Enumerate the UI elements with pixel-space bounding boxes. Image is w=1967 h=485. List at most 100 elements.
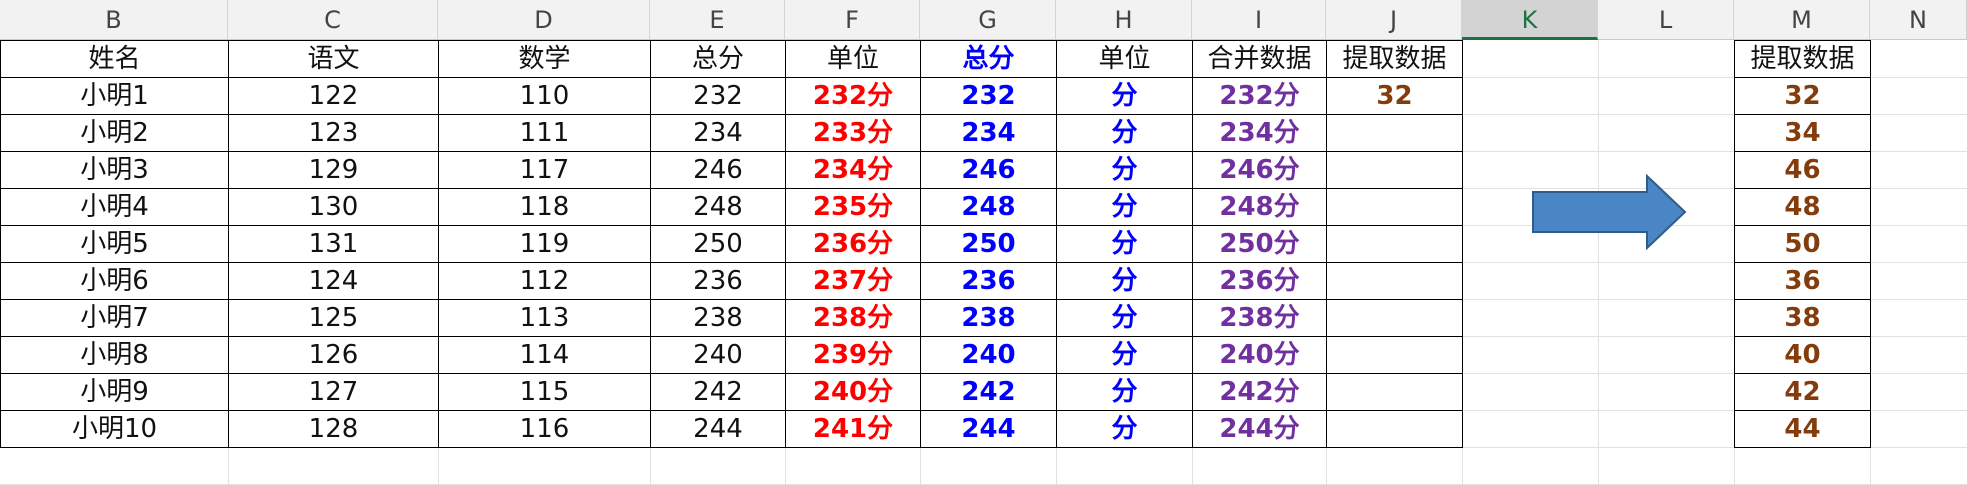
table-cell[interactable]: 248	[920, 188, 1057, 226]
table-cell[interactable]: 小明2	[0, 114, 229, 152]
table-cell[interactable]: 238	[920, 299, 1057, 337]
table2-header-cell[interactable]: 提取数据	[1734, 40, 1871, 78]
table-cell[interactable]: 238分	[785, 299, 921, 337]
table-cell[interactable]: 232	[920, 77, 1057, 115]
table-header-cell[interactable]: 总分	[920, 40, 1057, 78]
column-header-i[interactable]: I	[1192, 0, 1326, 40]
table-cell[interactable]: 129	[228, 151, 439, 189]
table2-cell[interactable]: 42	[1734, 373, 1871, 411]
table2-cell[interactable]: 32	[1734, 77, 1871, 115]
table-cell[interactable]	[1326, 114, 1463, 152]
column-header-f[interactable]: F	[785, 0, 920, 40]
table-cell[interactable]	[1326, 373, 1463, 411]
table-cell[interactable]: 分	[1056, 77, 1193, 115]
table-cell[interactable]: 125	[228, 299, 439, 337]
table-cell[interactable]: 241分	[785, 410, 921, 448]
table-cell[interactable]: 分	[1056, 373, 1193, 411]
table-cell[interactable]: 232分	[785, 77, 921, 115]
table-cell[interactable]: 240分	[785, 373, 921, 411]
table-cell[interactable]: 130	[228, 188, 439, 226]
table2-cell[interactable]: 34	[1734, 114, 1871, 152]
table-cell[interactable]	[1326, 410, 1463, 448]
table-cell[interactable]: 114	[438, 336, 651, 374]
table-cell[interactable]: 小明3	[0, 151, 229, 189]
table-cell[interactable]: 232分	[1192, 77, 1327, 115]
table-cell[interactable]: 110	[438, 77, 651, 115]
table2-cell[interactable]: 44	[1734, 410, 1871, 448]
table-cell[interactable]: 237分	[785, 262, 921, 300]
table-cell[interactable]: 234	[650, 114, 786, 152]
table-cell[interactable]: 242分	[1192, 373, 1327, 411]
table-cell[interactable]: 115	[438, 373, 651, 411]
table-cell[interactable]: 131	[228, 225, 439, 263]
table-cell[interactable]: 128	[228, 410, 439, 448]
table2-cell[interactable]: 36	[1734, 262, 1871, 300]
table-cell[interactable]: 250分	[1192, 225, 1327, 263]
table-cell[interactable]: 分	[1056, 188, 1193, 226]
table-cell[interactable]	[1326, 225, 1463, 263]
table-header-cell[interactable]: 姓名	[0, 40, 229, 78]
table-cell[interactable]: 248分	[1192, 188, 1327, 226]
table-cell[interactable]: 小明1	[0, 77, 229, 115]
table-cell[interactable]: 236分	[785, 225, 921, 263]
table-cell[interactable]: 246	[920, 151, 1057, 189]
table-cell[interactable]: 246	[650, 151, 786, 189]
column-header-g[interactable]: G	[920, 0, 1056, 40]
column-header-j[interactable]: J	[1326, 0, 1462, 40]
table2-cell[interactable]: 38	[1734, 299, 1871, 337]
column-header-e[interactable]: E	[650, 0, 785, 40]
column-header-n[interactable]: N	[1870, 0, 1967, 40]
table-cell[interactable]: 124	[228, 262, 439, 300]
table-cell[interactable]: 235分	[785, 188, 921, 226]
column-header-h[interactable]: H	[1056, 0, 1192, 40]
table-cell[interactable]: 234分	[1192, 114, 1327, 152]
table-cell[interactable]: 240	[920, 336, 1057, 374]
table-cell[interactable]: 238分	[1192, 299, 1327, 337]
table-header-cell[interactable]: 单位	[1056, 40, 1193, 78]
table2-cell[interactable]: 46	[1734, 151, 1871, 189]
table-header-cell[interactable]: 合并数据	[1192, 40, 1327, 78]
table-cell[interactable]: 234分	[785, 151, 921, 189]
table-cell[interactable]: 122	[228, 77, 439, 115]
table-cell[interactable]: 244	[650, 410, 786, 448]
table-cell[interactable]: 111	[438, 114, 651, 152]
table-cell[interactable]	[1326, 336, 1463, 374]
column-header-d[interactable]: D	[438, 0, 650, 40]
column-header-l[interactable]: L	[1598, 0, 1734, 40]
table-cell[interactable]: 分	[1056, 114, 1193, 152]
column-header-m[interactable]: M	[1734, 0, 1870, 40]
table-cell[interactable]: 240分	[1192, 336, 1327, 374]
table-cell[interactable]: 113	[438, 299, 651, 337]
table-cell[interactable]	[1326, 262, 1463, 300]
table-cell[interactable]: 分	[1056, 262, 1193, 300]
table-cell[interactable]: 123	[228, 114, 439, 152]
table-cell[interactable]: 分	[1056, 410, 1193, 448]
table-cell[interactable]: 240	[650, 336, 786, 374]
table-cell[interactable]: 112	[438, 262, 651, 300]
table-cell[interactable]: 234	[920, 114, 1057, 152]
table-cell[interactable]: 248	[650, 188, 786, 226]
table-cell[interactable]: 244分	[1192, 410, 1327, 448]
table-cell[interactable]: 236分	[1192, 262, 1327, 300]
table-cell[interactable]: 236	[650, 262, 786, 300]
table-cell[interactable]: 32	[1326, 77, 1463, 115]
table-cell[interactable]: 242	[920, 373, 1057, 411]
table2-cell[interactable]: 50	[1734, 225, 1871, 263]
table-cell[interactable]	[1326, 188, 1463, 226]
table-cell[interactable]: 126	[228, 336, 439, 374]
table-cell[interactable]: 小明8	[0, 336, 229, 374]
table-cell[interactable]: 分	[1056, 225, 1193, 263]
table-cell[interactable]: 小明4	[0, 188, 229, 226]
table-cell[interactable]: 239分	[785, 336, 921, 374]
table-header-cell[interactable]: 单位	[785, 40, 921, 78]
table-cell[interactable]: 分	[1056, 336, 1193, 374]
table-cell[interactable]: 小明5	[0, 225, 229, 263]
table2-cell[interactable]: 40	[1734, 336, 1871, 374]
table-cell[interactable]: 小明6	[0, 262, 229, 300]
table-header-cell[interactable]: 总分	[650, 40, 786, 78]
table-cell[interactable]	[1326, 151, 1463, 189]
table-cell[interactable]: 246分	[1192, 151, 1327, 189]
table-header-cell[interactable]: 提取数据	[1326, 40, 1463, 78]
table-cell[interactable]: 小明7	[0, 299, 229, 337]
table2-cell[interactable]: 48	[1734, 188, 1871, 226]
